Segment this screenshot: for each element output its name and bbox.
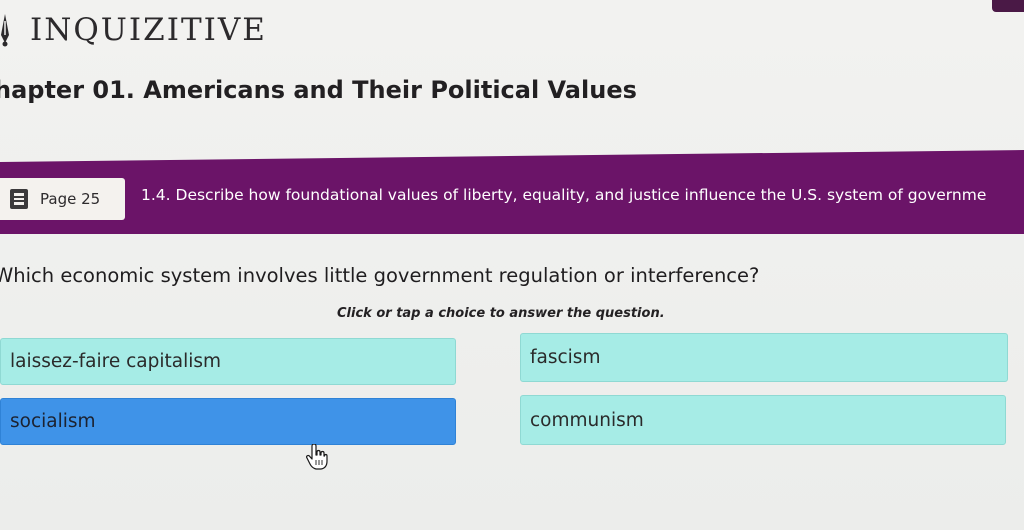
choice-communism[interactable]: communism: [520, 395, 1006, 445]
chapter-title: hapter 01. Americans and Their Political…: [0, 76, 637, 104]
brand-header: INQUIZITIVE: [0, 10, 267, 50]
answer-instruction: Click or tap a choice to answer the ques…: [337, 306, 665, 321]
choice-socialism[interactable]: socialism: [0, 398, 456, 445]
question-text: Which economic system involves little go…: [0, 264, 760, 287]
hand-cursor-icon: [306, 444, 328, 470]
choice-fascism[interactable]: fascism: [520, 333, 1008, 382]
pen-nib-icon: [1, 14, 9, 47]
choice-laissez-faire-capitalism[interactable]: laissez-faire capitalism: [0, 338, 456, 385]
page-label: Page 25: [40, 190, 101, 208]
ebook-page-link[interactable]: Page 25: [0, 178, 125, 220]
brand-name: INQUIZITIVE: [30, 12, 267, 48]
ebook-icon: [10, 189, 28, 209]
learning-objective-text: 1.4. Describe how foundational values of…: [141, 186, 987, 204]
account-tab[interactable]: [992, 0, 1024, 12]
